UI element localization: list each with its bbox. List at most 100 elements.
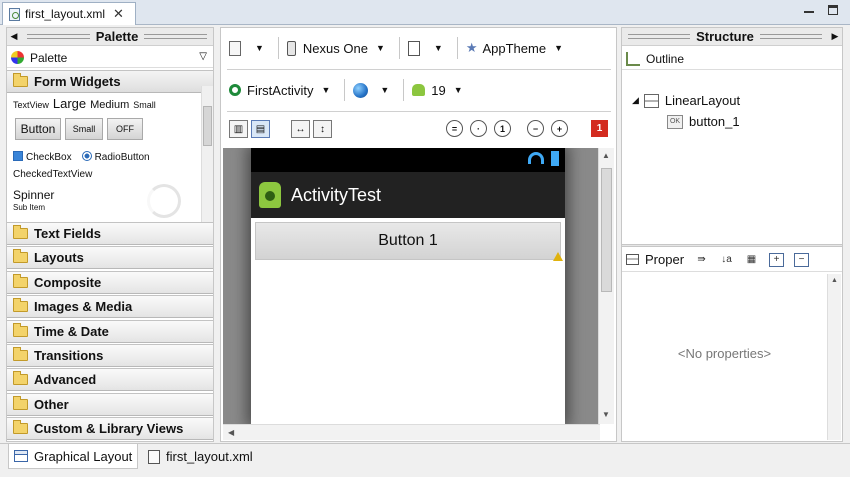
minimize-icon[interactable]: [804, 10, 814, 13]
textview-samples[interactable]: TextView Large Medium Small: [13, 96, 156, 111]
palette-scrollbar[interactable]: [201, 86, 213, 222]
check-radio-samples: CheckBox RadioButton: [13, 150, 150, 163]
tree-item-linearlayout[interactable]: ◢ LinearLayout: [632, 93, 740, 108]
widget-small-button[interactable]: Small: [65, 118, 103, 140]
zoom-real-size-icon[interactable]: ·: [470, 120, 487, 137]
palette-selector[interactable]: Palette ▽: [7, 48, 213, 68]
palette-pane: ◀ Palette Palette ▽ Form Widgets TextVie…: [6, 27, 214, 442]
tab-xml-source[interactable]: first_layout.xml: [143, 444, 258, 469]
properties-icon: [626, 254, 639, 265]
category-transitions[interactable]: Transitions: [7, 344, 213, 367]
fill-height-icon[interactable]: ↕: [313, 120, 332, 138]
arrow-filter-icon[interactable]: ⇛: [694, 253, 709, 267]
config-chooser[interactable]: ▼: [229, 40, 264, 56]
category-label: Time & Date: [34, 324, 109, 339]
category-label: Images & Media: [34, 299, 133, 314]
scroll-left-icon[interactable]: ◀: [228, 428, 234, 437]
zoom-out-icon[interactable]: −: [527, 120, 544, 137]
layout-horizontal-icon[interactable]: ▥: [229, 120, 248, 138]
scroll-down-icon[interactable]: ▼: [602, 410, 610, 419]
linear-layout-icon: [643, 93, 659, 108]
expand-triangle-icon[interactable]: ◢: [632, 95, 639, 106]
collapse-right-icon[interactable]: ▶: [828, 31, 842, 42]
tree-item-button-1[interactable]: OK button_1: [667, 114, 740, 129]
widget-large-text[interactable]: Large: [53, 96, 86, 111]
zoom-100-icon[interactable]: 1: [494, 120, 511, 137]
category-label: Custom & Library Views: [34, 421, 184, 436]
collapse-all-icon[interactable]: −: [794, 252, 810, 267]
palette-header[interactable]: ◀ Palette: [7, 28, 213, 46]
widget-spinner[interactable]: Spinner: [13, 188, 54, 202]
error-badge[interactable]: 1: [591, 120, 608, 137]
category-label: Text Fields: [34, 226, 101, 241]
radio-icon: [81, 151, 92, 161]
close-icon[interactable]: ✕: [113, 6, 124, 22]
android-icon: [412, 84, 426, 96]
widget-textview[interactable]: TextView: [13, 100, 49, 110]
folder-icon: [13, 371, 28, 385]
widget-button[interactable]: Button: [15, 118, 61, 140]
globe-icon: [353, 82, 369, 98]
widget-checkbox[interactable]: CheckBox: [13, 150, 72, 163]
category-form-widgets[interactable]: Form Widgets: [7, 70, 213, 93]
layout-vertical-icon[interactable]: ▤: [251, 120, 270, 138]
tab-graphical-layout[interactable]: Graphical Layout: [8, 444, 139, 469]
widget-small-text[interactable]: Small: [133, 100, 156, 110]
button-1-preview[interactable]: Button 1: [255, 222, 561, 260]
category-custom-library-views[interactable]: Custom & Library Views: [7, 417, 213, 440]
api-level-dropdown[interactable]: 19 ▼: [412, 83, 463, 98]
locale-dropdown[interactable]: ▼: [353, 82, 390, 98]
design-canvas[interactable]: ActivityTest Button 1: [223, 148, 600, 424]
xml-file-icon: [148, 449, 160, 464]
widget-medium-text[interactable]: Medium: [90, 99, 129, 111]
editor-tab-first-layout[interactable]: first_layout.xml ✕: [2, 2, 136, 25]
category-other[interactable]: Other: [7, 393, 213, 416]
widget-radiobutton[interactable]: RadioButton: [81, 150, 150, 163]
zoom-in-icon[interactable]: +: [551, 120, 568, 137]
folder-open-icon: [13, 73, 28, 87]
category-advanced[interactable]: Advanced: [7, 368, 213, 391]
scroll-up-icon[interactable]: ▲: [831, 277, 838, 284]
category-label: Other: [34, 397, 69, 412]
category-label: Layouts: [34, 250, 84, 265]
fill-width-icon[interactable]: ↔: [291, 120, 310, 138]
widget-checkedtextview[interactable]: CheckedTextView: [13, 169, 92, 180]
scroll-up-icon[interactable]: ▲: [602, 151, 610, 160]
phone-icon: [286, 40, 296, 56]
editor-tab-label: first_layout.xml: [25, 7, 106, 21]
config-toolbar-row-1: ▼ Nexus One ▼ ▼ ★ AppTheme ▼: [229, 35, 569, 61]
activity-icon: [229, 84, 241, 96]
activity-dropdown[interactable]: FirstActivity ▼: [229, 83, 330, 98]
chevron-down-icon[interactable]: ▽: [199, 51, 207, 62]
folder-icon: [13, 274, 28, 288]
advanced-props-icon[interactable]: ▦: [744, 253, 759, 267]
structure-header[interactable]: Structure ▶: [622, 28, 842, 46]
folder-icon: [13, 323, 28, 337]
chevron-down-icon: ▼: [255, 43, 264, 53]
pane-splitter[interactable]: [622, 244, 842, 247]
sort-az-icon[interactable]: ↓a: [719, 253, 734, 267]
widget-toggle-button[interactable]: OFF: [107, 118, 143, 140]
canvas-horizontal-scrollbar[interactable]: ◀: [223, 424, 600, 440]
chevron-down-icon: ▼: [321, 85, 331, 95]
canvas-vertical-scrollbar[interactable]: ▲ ▼: [598, 148, 614, 424]
category-time-date[interactable]: Time & Date: [7, 320, 213, 343]
zoom-fit-icon[interactable]: =: [446, 120, 463, 137]
collapse-left-icon[interactable]: ◀: [7, 31, 21, 42]
device-dropdown[interactable]: Nexus One ▼: [286, 40, 385, 56]
palette-icon: [11, 51, 24, 64]
chevron-down-icon: ▼: [380, 85, 390, 95]
maximize-icon[interactable]: [828, 5, 838, 15]
warning-icon[interactable]: [553, 252, 563, 261]
theme-dropdown[interactable]: ★ AppTheme ▼: [466, 40, 563, 56]
structure-pane: Structure ▶ Outline ◢ LinearLayout OK bu…: [621, 27, 843, 442]
category-text-fields[interactable]: Text Fields: [7, 222, 213, 245]
category-layouts[interactable]: Layouts: [7, 246, 213, 269]
category-composite[interactable]: Composite: [7, 271, 213, 294]
progress-ring-icon[interactable]: [147, 184, 181, 218]
expand-all-icon[interactable]: +: [769, 252, 785, 267]
category-label: Transitions: [34, 348, 104, 363]
orientation-dropdown[interactable]: ▼: [407, 40, 443, 56]
properties-scrollbar[interactable]: ▲: [827, 274, 841, 440]
category-images-media[interactable]: Images & Media: [7, 295, 213, 318]
